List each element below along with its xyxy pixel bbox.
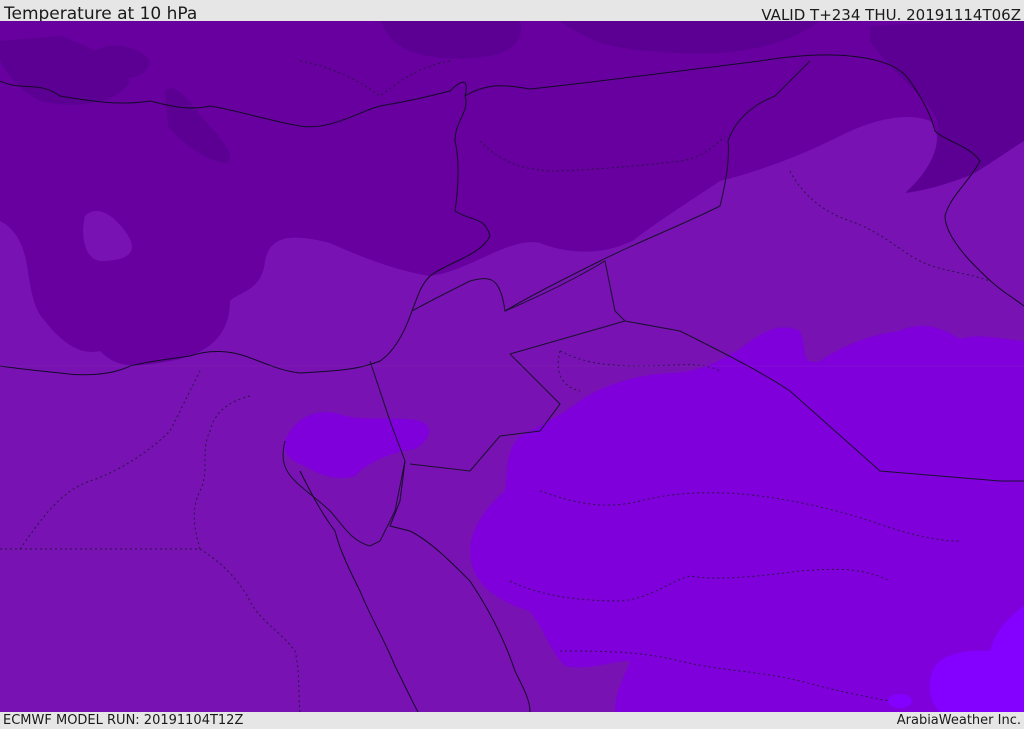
footer-bar: ECMWF MODEL RUN: 20191104T12Z ArabiaWeat… <box>0 712 1024 729</box>
warm-spot-small <box>888 694 912 708</box>
temperature-map[interactable] <box>0 21 1024 712</box>
map-canvas <box>0 21 1024 712</box>
header-bar: Temperature at 10 hPa VALID T+234 THU. 2… <box>0 0 1024 24</box>
credit-label: ArabiaWeather Inc. <box>896 713 1021 728</box>
model-run-label: ECMWF MODEL RUN: 20191104T12Z <box>3 713 244 728</box>
